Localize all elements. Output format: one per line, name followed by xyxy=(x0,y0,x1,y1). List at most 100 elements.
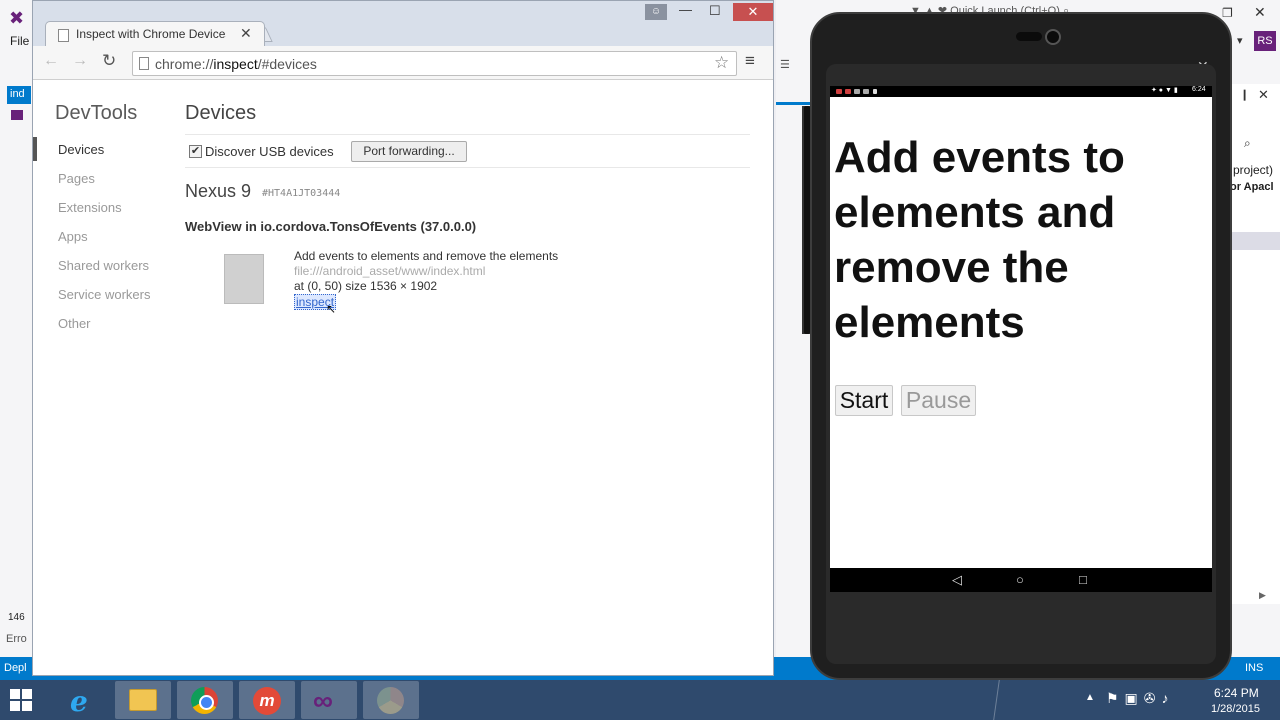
close-icon[interactable]: ✕ xyxy=(1254,4,1266,21)
status-time: 6:24 xyxy=(1192,86,1206,93)
webview-title: WebView in io.cordova.TonsOfEvents (37.0… xyxy=(185,219,477,234)
clock-time[interactable]: 6:24 PM xyxy=(1214,686,1259,700)
search-icon[interactable]: ⌕ xyxy=(1244,136,1251,151)
discover-usb-checkbox[interactable]: ✔ xyxy=(189,145,202,158)
nav-extensions[interactable]: Extensions xyxy=(58,200,122,215)
vs-solution-explorer xyxy=(1230,84,1280,604)
start-button[interactable]: Start xyxy=(835,385,893,416)
pause-button[interactable]: Pause xyxy=(901,385,976,416)
home-icon[interactable]: ○ xyxy=(1016,572,1024,587)
scroll-right-icon[interactable]: ▶ xyxy=(1259,590,1266,601)
forward-arrow-icon[interactable]: → xyxy=(72,52,88,70)
nav-devices[interactable]: Devices xyxy=(58,142,104,157)
notification-icon xyxy=(836,89,842,94)
inspect-page: DevTools Devices Pages Extensions Apps S… xyxy=(33,80,773,675)
maximize-button[interactable]: ☐ xyxy=(709,3,721,19)
reload-icon[interactable]: ↻ xyxy=(102,51,116,71)
windows-logo-pane xyxy=(10,689,20,699)
vs-project-text: or Apacl xyxy=(1230,181,1274,193)
vs-logo-icon: ✖ xyxy=(9,8,25,28)
camera-icon xyxy=(1045,29,1061,45)
url-path: /#devices xyxy=(257,56,317,72)
panel-close-icon[interactable]: ✕ xyxy=(1258,87,1269,103)
vs-status-text: Depl xyxy=(4,662,27,674)
device-serial: #HT4A1JT03444 xyxy=(262,188,341,199)
windows-start-icon[interactable] xyxy=(10,689,32,711)
taskbar-internet-explorer[interactable]: e xyxy=(53,681,109,719)
windows-logo-pane xyxy=(10,701,20,711)
chrome-icon xyxy=(191,687,218,714)
target-position-size: at (0, 50) size 1536 × 1902 xyxy=(294,279,438,293)
vs-editor-tab[interactable]: ind xyxy=(7,86,31,104)
avatar[interactable]: RS xyxy=(1254,31,1276,51)
vs-active-indicator xyxy=(776,102,812,105)
chrome-canary-icon xyxy=(377,687,404,714)
chrome-window: Inspect with Chrome Devices ✕ ☺ ― ☐ ✕ ← … xyxy=(32,0,774,676)
nav-service-workers[interactable]: Service workers xyxy=(58,287,150,302)
taskbar-chrome-canary[interactable] xyxy=(363,681,419,719)
tab-title: Inspect with Chrome Devices xyxy=(76,27,226,41)
discover-usb-label[interactable]: Discover USB devices xyxy=(205,144,334,159)
url-scheme: chrome:// xyxy=(155,56,214,72)
page-thumbnail xyxy=(224,254,264,304)
taskbar-app-m[interactable]: m xyxy=(239,681,295,719)
minimize-button[interactable]: ― xyxy=(679,2,692,17)
android-nav-bar: ◁ ○ □ xyxy=(830,568,1212,592)
app-heading: Add events to elements and remove the el… xyxy=(834,133,1125,347)
tab-close-icon[interactable]: ✕ xyxy=(240,25,252,42)
android-screen: ✦ ● ▼ ▮ 6:24 Add events to elements and … xyxy=(830,86,1212,592)
m-app-icon: m xyxy=(253,687,281,715)
vs-solution-text: project) xyxy=(1233,163,1274,177)
nav-apps[interactable]: Apps xyxy=(58,229,88,244)
nav-shared-workers[interactable]: Shared workers xyxy=(58,258,149,273)
notification-icon xyxy=(854,89,860,94)
nav-pages[interactable]: Pages xyxy=(58,171,95,186)
sidebar-title: DevTools xyxy=(55,102,138,124)
vs-line-number: 146 xyxy=(8,612,25,623)
browser-toolbar: ← → ↻ chrome://inspect/#devices ☆ ≡ xyxy=(33,46,773,80)
browser-tab[interactable]: Inspect with Chrome Devices ✕ xyxy=(45,21,265,47)
target-url: file:///android_asset/www/index.html xyxy=(294,264,486,278)
visual-studio-icon: ∞ xyxy=(313,685,333,716)
system-tray-icons[interactable]: ⚑▣✇♪ xyxy=(1106,690,1175,707)
toolbar-list-icon[interactable]: ☰ xyxy=(780,58,790,71)
port-forwarding-button[interactable]: Port forwarding... xyxy=(351,141,467,162)
recents-icon[interactable]: □ xyxy=(1079,572,1087,587)
windows-logo-pane xyxy=(22,689,32,699)
status-icons: ✦ ● ▼ ▮ xyxy=(1151,87,1178,94)
taskbar-chrome[interactable] xyxy=(177,681,233,719)
divider xyxy=(185,134,750,135)
device-name: Nexus 9 xyxy=(185,181,252,201)
back-arrow-icon[interactable]: ← xyxy=(43,52,59,70)
taskbar-file-explorer[interactable] xyxy=(115,681,171,719)
notification-icon xyxy=(845,89,851,94)
vs-error-list-tab[interactable]: Erro xyxy=(6,633,27,645)
page-favicon-icon xyxy=(58,29,69,42)
speaker-grille xyxy=(1016,32,1042,41)
url-text[interactable]: chrome://inspect/#devices xyxy=(155,56,317,72)
filter-icon[interactable]: ▾ xyxy=(1237,34,1243,47)
taskbar-visual-studio[interactable]: ∞ xyxy=(301,681,357,719)
page-icon xyxy=(139,57,149,70)
mouse-cursor-icon: ↖ xyxy=(326,302,337,316)
internet-explorer-icon: e xyxy=(70,685,88,718)
windows-logo-pane xyxy=(22,701,32,711)
back-icon[interactable]: ◁ xyxy=(952,572,962,588)
vs-file-menu[interactable]: File xyxy=(10,34,29,48)
active-nav-marker xyxy=(33,137,37,161)
pin-icon[interactable]: ❙ xyxy=(1240,88,1249,101)
folder-icon xyxy=(129,689,157,711)
vs-selected-row[interactable] xyxy=(1230,232,1280,250)
vs-tool-icon[interactable] xyxy=(11,110,23,120)
emulator-side-button[interactable] xyxy=(804,106,810,334)
address-bar[interactable]: chrome://inspect/#devices ☆ xyxy=(132,51,737,76)
nav-other[interactable]: Other xyxy=(58,316,91,331)
window-close-button[interactable]: ✕ xyxy=(733,3,773,21)
clock-date[interactable]: 1/28/2015 xyxy=(1211,703,1260,715)
target-title: Add events to elements and remove the el… xyxy=(294,249,559,263)
restore-icon[interactable]: ❐ xyxy=(1222,6,1233,20)
bookmark-star-icon[interactable]: ☆ xyxy=(714,53,729,73)
hamburger-menu-icon[interactable]: ≡ xyxy=(745,51,755,71)
user-profile-icon[interactable]: ☺ xyxy=(645,4,667,20)
tray-chevron-icon[interactable]: ▲ xyxy=(1085,692,1095,703)
